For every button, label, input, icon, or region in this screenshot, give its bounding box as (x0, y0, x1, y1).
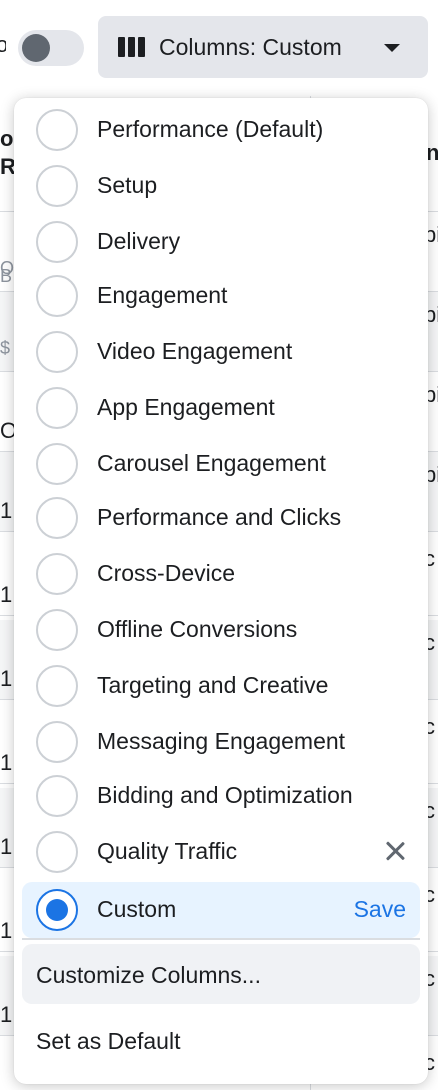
column-preset-setup[interactable]: Setup (14, 158, 428, 214)
radio-unchecked-icon[interactable] (36, 221, 78, 263)
radio-unchecked-icon[interactable] (36, 443, 78, 485)
columns-menu: Performance (Default) Setup Delivery Engage… (14, 98, 428, 1084)
cell-fragment: 1, (0, 1086, 18, 1090)
close-icon[interactable] (382, 838, 408, 864)
column-preset-messaging-engagement[interactable]: Messaging Engagement (14, 714, 428, 770)
column-preset-label: Performance and Clicks (97, 504, 342, 530)
radio-unchecked-icon[interactable] (36, 831, 78, 873)
column-preset-quality-traffic[interactable]: Quality Traffic (14, 824, 428, 880)
cell-fragment: $ (0, 338, 11, 358)
radio-unchecked-icon[interactable] (36, 109, 78, 151)
column-preset-carousel-engagement[interactable]: Carousel Engagement (14, 436, 428, 492)
column-preset-performance-default[interactable]: Performance (Default) (14, 102, 428, 158)
radio-unchecked-icon[interactable] (36, 165, 78, 207)
cell-fragment: B (0, 266, 13, 286)
column-preset-label: Setup (97, 172, 158, 198)
radio-unchecked-icon[interactable] (36, 721, 78, 763)
column-preset-label: Targeting and Creative (97, 672, 329, 698)
column-preset-label: Delivery (97, 228, 181, 254)
column-preset-video-engagement[interactable]: Video Engagement (14, 324, 428, 380)
column-preset-performance-and-clicks[interactable]: Performance and Clicks (14, 490, 428, 546)
column-preset-label: Bidding and Optimization (97, 782, 353, 808)
column-preset-label: Engagement (97, 282, 228, 308)
column-preset-app-engagement[interactable]: App Engagement (14, 380, 428, 436)
radio-unchecked-icon[interactable] (36, 275, 78, 317)
radio-checked-icon[interactable] (36, 889, 78, 931)
customize-columns-label: Customize Columns... (36, 962, 261, 988)
column-preset-cross-device[interactable]: Cross-Device (14, 546, 428, 602)
column-preset-label: Quality Traffic (97, 838, 238, 864)
radio-unchecked-icon[interactable] (36, 609, 78, 651)
column-preset-label: Carousel Engagement (97, 450, 326, 476)
radio-unchecked-icon[interactable] (36, 331, 78, 373)
column-preset-label: Performance (Default) (97, 116, 324, 142)
radio-unchecked-icon[interactable] (36, 497, 78, 539)
view-toggle[interactable] (18, 30, 84, 66)
column-preset-label: Custom (97, 896, 177, 922)
column-preset-targeting-and-creative[interactable]: Targeting and Creative (14, 658, 428, 714)
menu-divider (22, 938, 420, 940)
radio-unchecked-icon[interactable] (36, 665, 78, 707)
columns-dropdown-button[interactable]: Columns: Custom (98, 16, 428, 78)
radio-unchecked-icon[interactable] (36, 387, 78, 429)
columns-button-label: Columns: Custom (159, 33, 342, 60)
columns-icon (118, 37, 145, 57)
column-preset-bidding-and-optimization[interactable]: Bidding and Optimization (14, 768, 428, 824)
customize-columns-item[interactable]: Customize Columns... (22, 944, 420, 1004)
column-preset-label: Offline Conversions (97, 616, 298, 642)
set-as-default-label: Set as Default (36, 1028, 181, 1054)
set-as-default-item[interactable]: Set as Default (22, 1010, 420, 1070)
column-preset-label: Messaging Engagement (97, 728, 346, 754)
column-preset-offline-conversions[interactable]: Offline Conversions (14, 602, 428, 658)
column-preset-label: Video Engagement (97, 338, 293, 364)
caret-down-icon (384, 44, 400, 52)
column-preset-delivery[interactable]: Delivery (14, 214, 428, 270)
toggle-knob (22, 34, 50, 62)
column-preset-custom[interactable]: Custom Save (22, 882, 420, 938)
radio-unchecked-icon[interactable] (36, 775, 78, 817)
column-preset-label: App Engagement (97, 394, 275, 420)
save-preset-link[interactable]: Save (354, 896, 406, 923)
toolbar: o Columns: Custom (0, 0, 438, 96)
column-preset-engagement[interactable]: Engagement (14, 268, 428, 324)
toggle-label: o (0, 32, 6, 58)
column-preset-label: Cross-Device (97, 560, 236, 586)
radio-unchecked-icon[interactable] (36, 553, 78, 595)
